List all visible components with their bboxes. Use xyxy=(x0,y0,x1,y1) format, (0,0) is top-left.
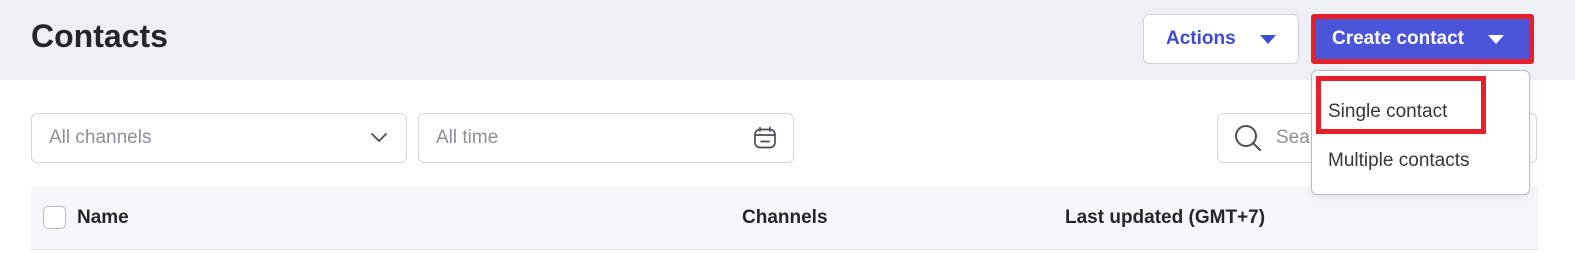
column-header-last-updated[interactable]: Last updated (GMT+7) xyxy=(1065,207,1265,229)
channels-select-value: All channels xyxy=(49,127,152,148)
column-header-channels[interactable]: Channels xyxy=(742,207,828,229)
date-range-placeholder: All time xyxy=(436,127,499,148)
calendar-icon xyxy=(754,126,776,149)
page-title: Contacts xyxy=(31,18,168,54)
chevron-down-icon xyxy=(371,133,387,142)
select-all-checkbox[interactable] xyxy=(43,206,66,229)
column-header-name[interactable]: Name xyxy=(77,207,129,229)
search-icon xyxy=(1235,125,1261,151)
actions-button[interactable]: Actions xyxy=(1143,14,1299,64)
create-contact-dropdown-menu: Single contact Multiple contacts xyxy=(1311,70,1530,195)
date-range-input[interactable]: All time xyxy=(418,113,794,163)
caret-down-icon xyxy=(1259,34,1276,44)
menu-item-multiple-contacts[interactable]: Multiple contacts xyxy=(1328,150,1470,172)
table-header: Name Channels Last updated (GMT+7) xyxy=(31,186,1538,250)
menu-item-single-contact[interactable]: Single contact xyxy=(1328,101,1447,123)
caret-down-icon xyxy=(1488,34,1504,44)
create-contact-button-label: Create contact xyxy=(1332,28,1464,49)
actions-button-label: Actions xyxy=(1166,28,1236,49)
create-contact-button[interactable]: Create contact xyxy=(1311,14,1534,64)
channels-select[interactable]: All channels xyxy=(31,113,407,163)
